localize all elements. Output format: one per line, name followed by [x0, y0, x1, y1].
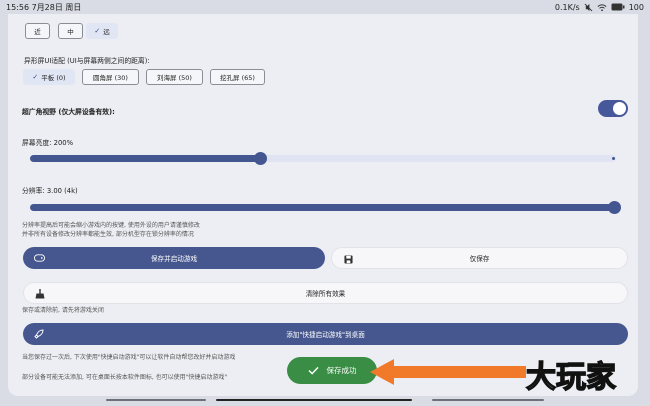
- save-icon: [342, 253, 354, 265]
- notch-option-rounded[interactable]: 圆角屏 (30): [82, 69, 139, 85]
- save-success-toast: 保存成功: [287, 357, 377, 384]
- nav-indicator-left: [106, 399, 206, 401]
- save-and-start-button[interactable]: 保存并启动游戏: [23, 247, 325, 269]
- notch-title: 异形屏UI适配 (UI与屏幕两侧之间的距离):: [24, 57, 150, 65]
- footer-note-1: 当您保存过一次后, 下次使用"快捷启动游戏"可以让软件自动帮您改好并启动游戏: [22, 354, 236, 361]
- resolution-label: 分辨率: 3.00 (4k): [22, 187, 78, 195]
- battery-icon: [611, 3, 625, 11]
- clear-all-button[interactable]: 清除所有效果: [23, 282, 628, 304]
- notch-option-tablet[interactable]: ✓ 平板 (0): [23, 69, 75, 85]
- resolution-slider-track[interactable]: [30, 204, 616, 211]
- watermark-logo: 大玩家: [525, 359, 616, 395]
- brightness-label: 屏幕亮度: 200%: [22, 139, 74, 147]
- check-icon: ✓: [32, 73, 39, 81]
- resolution-slider-thumb[interactable]: [608, 201, 621, 214]
- status-bar: 15:56 7月28日 周日 0.1K/s 100: [0, 0, 650, 14]
- gamepad-icon: [33, 252, 45, 264]
- add-shortcut-button[interactable]: 添加"快捷启动游戏"到桌面: [23, 323, 628, 345]
- distance-option-mid[interactable]: 中: [58, 23, 83, 39]
- checkmark-icon: [307, 366, 319, 375]
- notch-option-notch[interactable]: 刘海屏 (50): [146, 69, 203, 85]
- distance-option-far[interactable]: ✓ 远: [86, 23, 118, 39]
- mute-icon: [584, 3, 593, 11]
- nav-indicator-right: [432, 399, 544, 401]
- notch-option-punch-hole[interactable]: 挖孔屏 (65): [210, 69, 265, 85]
- brightness-slider-end-dot: [612, 157, 615, 160]
- nav-indicator-center: [216, 399, 412, 401]
- net-speed: 0.1K/s: [554, 2, 580, 12]
- status-time-date: 15:56 7月28日 周日: [6, 2, 82, 12]
- brightness-slider-thumb[interactable]: [254, 152, 267, 165]
- distance-option-near[interactable]: 近: [25, 23, 50, 39]
- brightness-slider-fill: [30, 155, 260, 162]
- wifi-icon: [597, 3, 607, 11]
- battery-level: 100: [628, 2, 644, 12]
- settings-panel: 近 中 ✓ 远 异形屏UI适配 (UI与屏幕两侧之间的距离): ✓ 平板 (0) 圆…: [8, 14, 638, 396]
- check-icon: ✓: [94, 27, 101, 35]
- broom-icon: [34, 288, 46, 300]
- save-only-button[interactable]: 仅保存: [331, 247, 628, 269]
- ultrawide-toggle[interactable]: [598, 100, 628, 117]
- ultrawide-label: 超广角视野 (仅大屏设备有效):: [22, 108, 115, 116]
- clear-note: 保存或清除前, 请先将游戏关闭: [22, 307, 104, 314]
- footer-note-2: 部分设备可能无法添加, 可在桌面长按本软件图标, 也可以使用"快捷启动游戏": [22, 374, 228, 381]
- rocket-icon: [33, 328, 45, 340]
- resolution-note-1: 分辨率提高后可能会缩小游戏内的按键, 使用外设的用户请谨慎修改: [22, 222, 200, 229]
- resolution-note-2: 并非所有设备修改分辨率都能生效, 部分机型存在锁分辨率的情况: [22, 231, 194, 238]
- annotation-arrow-icon: [370, 359, 526, 385]
